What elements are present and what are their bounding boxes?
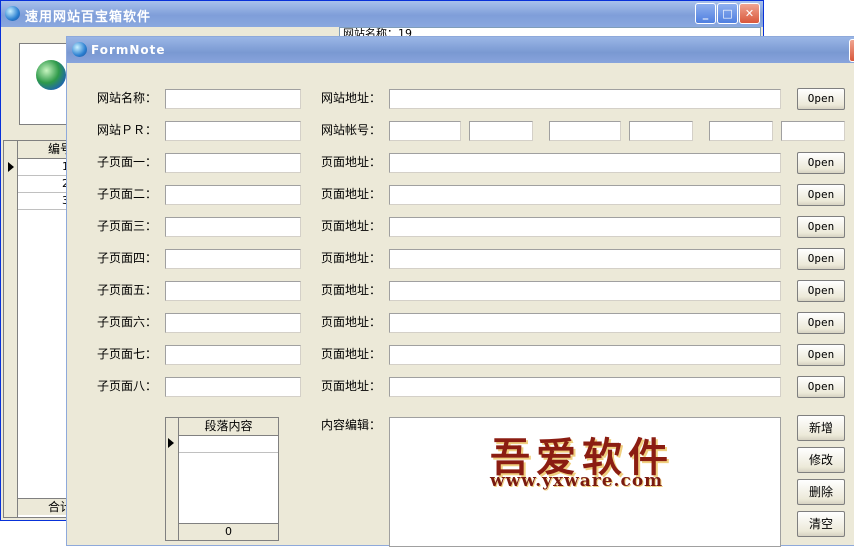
subpage-url-input[interactable] (389, 185, 781, 205)
subpage-url-label: 页面地址： (321, 187, 382, 201)
subpage-url-label: 页面地址： (321, 379, 382, 393)
account-input-3[interactable] (549, 121, 621, 141)
clear-button[interactable]: 清空 (797, 511, 845, 537)
formnote-close-button[interactable] (849, 39, 854, 62)
formnote-title: FormNote (91, 43, 166, 57)
app-globe-icon (5, 6, 20, 21)
open-site-url-button[interactable]: Open (797, 88, 845, 110)
subpage-label: 子页面二： (97, 187, 158, 201)
subpage-url-label: 页面地址： (321, 347, 382, 361)
add-button[interactable]: 新增 (797, 415, 845, 441)
open-subpage-button[interactable]: Open (797, 312, 845, 334)
content-edit-label: 内容编辑： (321, 418, 382, 432)
subpage-url-input[interactable] (389, 281, 781, 301)
subpage-url-input[interactable] (389, 313, 781, 333)
site-name-label: 网站名称： (97, 91, 158, 105)
main-title-bar[interactable]: 速用网站百宝箱软件 _ □ ✕ (1, 1, 763, 27)
close-button[interactable]: ✕ (739, 3, 760, 24)
formnote-window: FormNote 网站名称： 网站地址： Open 网站ＰＲ： 网站帐号： 子页… (66, 36, 854, 547)
delete-button[interactable]: 删除 (797, 479, 845, 505)
subpage-name-input[interactable] (165, 249, 301, 269)
subpage-label: 子页面五： (97, 283, 158, 297)
site-account-label: 网站帐号： (321, 123, 382, 137)
main-window-title: 速用网站百宝箱软件 (25, 10, 152, 25)
subpage-url-label: 页面地址： (321, 283, 382, 297)
subpage-name-input[interactable] (165, 377, 301, 397)
subpage-url-input[interactable] (389, 217, 781, 237)
subpage-url-label: 页面地址： (321, 251, 382, 265)
subpage-label: 子页面四： (97, 251, 158, 265)
content-editor[interactable] (389, 417, 781, 547)
list-item[interactable] (179, 436, 278, 453)
subpage-url-label: 页面地址： (321, 155, 382, 169)
site-pr-label: 网站ＰＲ： (97, 123, 158, 137)
paragraph-grid[interactable]: 段落内容 0 (165, 417, 279, 541)
current-row-arrow-icon (8, 162, 14, 172)
account-input-6[interactable] (781, 121, 845, 141)
subpage-name-input[interactable] (165, 185, 301, 205)
subpage-label: 子页面一： (97, 155, 158, 169)
subpage-name-input[interactable] (165, 153, 301, 173)
subpage-name-input[interactable] (165, 345, 301, 365)
subpage-name-input[interactable] (165, 281, 301, 301)
open-subpage-button[interactable]: Open (797, 216, 845, 238)
account-input-5[interactable] (709, 121, 773, 141)
subpage-url-input[interactable] (389, 345, 781, 365)
paragraph-row-indicator (166, 418, 179, 540)
account-input-4[interactable] (629, 121, 693, 141)
site-pr-input[interactable] (165, 121, 301, 141)
open-subpage-button[interactable]: Open (797, 376, 845, 398)
subpage-url-input[interactable] (389, 249, 781, 269)
account-input-1[interactable] (389, 121, 461, 141)
site-url-label: 网站地址： (321, 91, 382, 105)
subpage-url-label: 页面地址： (321, 219, 382, 233)
subpage-url-label: 页面地址： (321, 315, 382, 329)
subpage-label: 子页面八： (97, 379, 158, 393)
form-globe-icon (72, 42, 87, 57)
open-subpage-button[interactable]: Open (797, 280, 845, 302)
formnote-title-bar[interactable]: FormNote (67, 37, 854, 63)
open-subpage-button[interactable]: Open (797, 344, 845, 366)
minimize-button[interactable]: _ (695, 3, 716, 24)
open-subpage-button[interactable]: Open (797, 152, 845, 174)
edit-button[interactable]: 修改 (797, 447, 845, 473)
subpage-label: 子页面六： (97, 315, 158, 329)
account-input-2[interactable] (469, 121, 533, 141)
subpage-url-input[interactable] (389, 377, 781, 397)
current-row-arrow-icon (168, 438, 174, 448)
subpage-label: 子页面三： (97, 219, 158, 233)
globe-logo-icon (36, 60, 66, 90)
paragraph-grid-header[interactable]: 段落内容 (179, 418, 278, 436)
subpage-name-input[interactable] (165, 313, 301, 333)
open-subpage-button[interactable]: Open (797, 248, 845, 270)
subpage-url-input[interactable] (389, 153, 781, 173)
maximize-button[interactable]: □ (717, 3, 738, 24)
row-indicator-column (4, 141, 18, 517)
site-name-input[interactable] (165, 89, 301, 109)
open-subpage-button[interactable]: Open (797, 184, 845, 206)
site-url-input[interactable] (389, 89, 781, 109)
subpage-name-input[interactable] (165, 217, 301, 237)
paragraph-count: 0 (179, 523, 278, 540)
subpage-label: 子页面七： (97, 347, 158, 361)
